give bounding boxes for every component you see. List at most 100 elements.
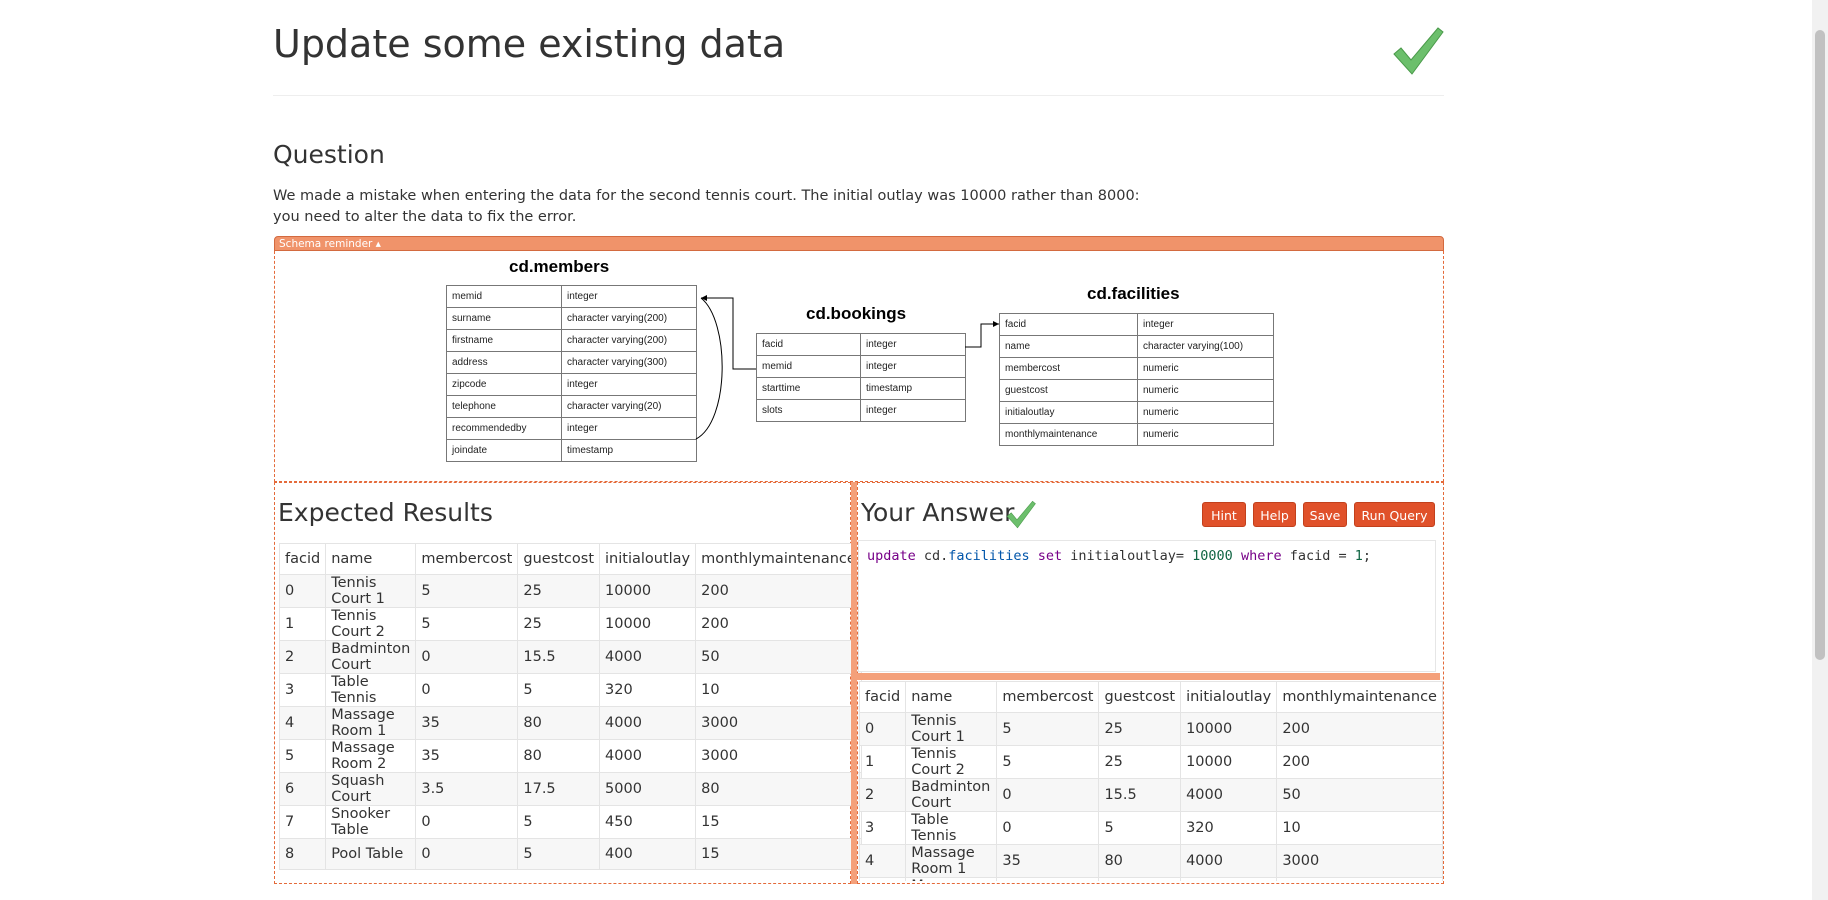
- header-row: facid name membercost guestcost initialoutla…: [278, 543, 862, 575]
- table-cell: Badminton Court: [905, 778, 998, 812]
- table-cell: 3: [278, 673, 327, 707]
- table-row: 3 Table Tennis 0 5 320 10: [858, 811, 1443, 845]
- question-text: We made a mistake when entering the data…: [273, 186, 1173, 228]
- schema-diagram: cd.members memid integer surname character …: [274, 251, 1444, 482]
- table-cell: 80: [1098, 844, 1182, 878]
- table-cell: 5: [415, 607, 519, 641]
- column-header: monthlymaintenance: [695, 543, 862, 575]
- page-scrollbar-thumb[interactable]: [1815, 30, 1825, 660]
- column-header: name: [325, 543, 417, 575]
- table-cell: 5: [517, 805, 601, 839]
- schema-reminder-toggle[interactable]: Schema reminder ▴: [274, 236, 1444, 251]
- table-cell: 4: [278, 706, 327, 740]
- column-header: membercost: [996, 681, 1100, 713]
- table-cell: Massage Room 1: [325, 706, 417, 740]
- table-cell: 3000: [1276, 844, 1443, 878]
- table-row: 4 Massage Room 1 35 80 4000 3000: [278, 706, 862, 740]
- table-cell: 5: [415, 574, 519, 608]
- table-cell: Massage Room 2: [905, 877, 998, 881]
- query-token: 1: [1354, 548, 1363, 564]
- query-token: cd.: [915, 548, 949, 564]
- table-row: 7 Snooker Table 0 5 450 15: [278, 805, 862, 839]
- table-cell: Snooker Table: [325, 805, 417, 839]
- table-cell: 10: [1276, 811, 1443, 845]
- table-cell: 450: [599, 805, 697, 839]
- table-cell: 35: [415, 739, 519, 773]
- page-title: Update some existing data: [273, 22, 786, 66]
- table-cell: 1: [278, 607, 327, 641]
- save-button[interactable]: Save: [1303, 502, 1347, 527]
- column-header: monthlymaintenance: [1276, 681, 1443, 713]
- table-cell: 3: [858, 811, 907, 845]
- query-token: facilities: [948, 548, 1030, 564]
- table-cell: 80: [517, 739, 601, 773]
- table-cell: 4000: [599, 739, 697, 773]
- question-heading: Question: [273, 140, 385, 169]
- table-cell: 0: [996, 778, 1100, 812]
- table-cell: 3000: [695, 739, 862, 773]
- table-cell: 25: [517, 607, 601, 641]
- table-cell: Table Tennis: [325, 673, 417, 707]
- table-row: 0 Tennis Court 1 5 25 10000 200: [858, 712, 1443, 746]
- table-cell: 17.5: [517, 772, 601, 806]
- table-row: 0 Tennis Court 1 5 25 10000 200: [278, 574, 862, 608]
- table-cell: 4000: [1180, 778, 1278, 812]
- table-cell: 10: [695, 673, 862, 707]
- table-row: 8 Pool Table 0 5 400 15: [278, 838, 862, 870]
- table-cell: 400: [599, 838, 697, 870]
- page-header: Update some existing data: [273, 0, 1444, 96]
- expected-results-table: facid name membercost guestcost initialoutla…: [278, 543, 862, 870]
- answer-results-viewport[interactable]: facid name membercost guestcost initialoutla…: [858, 681, 1443, 881]
- table-cell: 5: [1098, 811, 1182, 845]
- table-cell: 0: [858, 712, 907, 746]
- query-token: set: [1037, 548, 1063, 564]
- answer-results-table: facid name membercost guestcost initialoutla…: [858, 681, 1443, 881]
- query-token: ;: [1362, 548, 1372, 564]
- table-cell: 50: [1276, 778, 1443, 812]
- table-cell: 80: [695, 772, 862, 806]
- answer-correct-check-icon: [1006, 500, 1036, 529]
- question-line-2: you need to alter the data to fix the er…: [273, 209, 577, 225]
- query-editor[interactable]: update cd.facilities set initialoutlay= …: [858, 540, 1436, 672]
- table-cell: 200: [695, 574, 862, 608]
- help-button[interactable]: Help: [1253, 502, 1296, 527]
- table-cell: 5: [517, 838, 601, 870]
- bookings-members-link: [701, 297, 756, 370]
- table-cell: Tennis Court 1: [325, 574, 417, 608]
- table-cell: 0: [415, 640, 519, 674]
- table-cell: 1: [858, 745, 907, 779]
- run-query-button[interactable]: Run Query: [1354, 502, 1435, 527]
- table-row: 5Massage Room 2358040003000: [858, 877, 1443, 881]
- table-cell: 15.5: [517, 640, 601, 674]
- table-cell: 6: [278, 772, 327, 806]
- query-token: facid =: [1281, 548, 1355, 564]
- table-cell: 5: [517, 673, 601, 707]
- table-cell: 25: [517, 574, 601, 608]
- table-row: 2 Badminton Court 0 15.5 4000 50: [858, 778, 1443, 812]
- table-cell: 4000: [1180, 877, 1278, 881]
- table-cell: 35: [996, 877, 1100, 881]
- table-cell: 5: [278, 739, 327, 773]
- your-answer-title: Your Answer: [861, 498, 1015, 527]
- table-cell: 2: [278, 640, 327, 674]
- relationship-arrows: [695, 295, 999, 440]
- table-row: 5Massage Room 2358040003000: [278, 739, 862, 773]
- table-cell: 25: [1098, 745, 1182, 779]
- table-cell: 8: [278, 838, 327, 870]
- column-header: initialoutlay: [1180, 681, 1278, 713]
- table-cell: 25: [1098, 712, 1182, 746]
- table-cell: 4000: [1180, 844, 1278, 878]
- query-token: 10000: [1192, 548, 1233, 564]
- table-cell: 320: [1180, 811, 1278, 845]
- arrow-head-icon: [993, 321, 999, 327]
- bookings-facilities-link: [965, 323, 999, 348]
- table-row: 4 Massage Room 1 35 80 4000 3000: [858, 844, 1443, 878]
- table-cell: 4000: [599, 640, 697, 674]
- table-cell: 35: [415, 706, 519, 740]
- hint-button[interactable]: Hint: [1202, 502, 1246, 527]
- table-cell: 10000: [1180, 712, 1278, 746]
- table-cell: Badminton Court: [325, 640, 417, 674]
- table-cell: 10000: [599, 607, 697, 641]
- horizontal-splitter[interactable]: [857, 673, 1440, 680]
- table-cell: 10000: [599, 574, 697, 608]
